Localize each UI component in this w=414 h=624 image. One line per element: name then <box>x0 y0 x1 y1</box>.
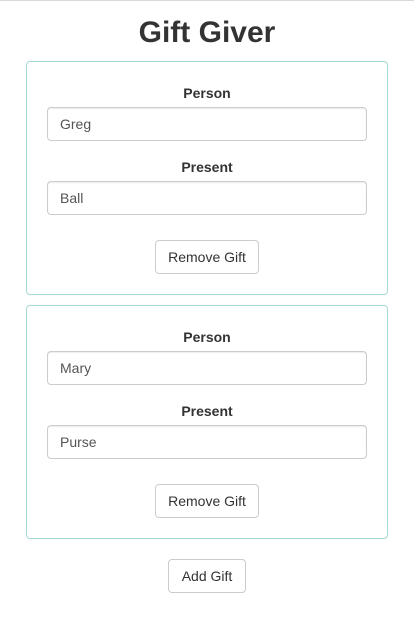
present-label: Present <box>181 403 233 419</box>
person-input[interactable] <box>47 351 367 385</box>
present-label: Present <box>181 159 233 175</box>
person-input[interactable] <box>47 107 367 141</box>
person-label: Person <box>183 85 231 101</box>
gift-card: Person Present Remove Gift <box>26 305 388 539</box>
person-label: Person <box>183 329 231 345</box>
remove-gift-button[interactable]: Remove Gift <box>155 240 259 274</box>
gift-card: Person Present Remove Gift <box>26 61 388 295</box>
remove-gift-button[interactable]: Remove Gift <box>155 484 259 518</box>
page-title: Gift Giver <box>138 16 276 49</box>
add-gift-button[interactable]: Add Gift <box>168 559 246 593</box>
present-input[interactable] <box>47 425 367 459</box>
present-input[interactable] <box>47 181 367 215</box>
